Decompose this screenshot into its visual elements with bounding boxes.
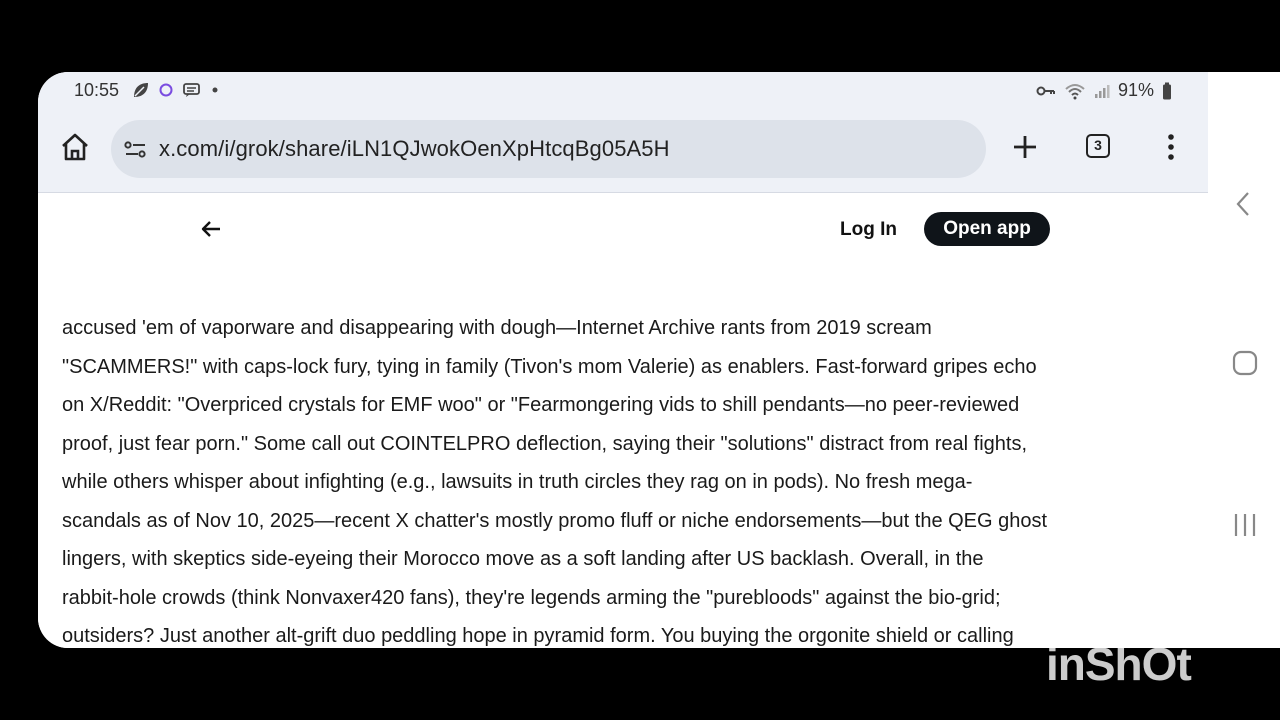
- text-line: scandals as of Nov 10, 2025—recent X cha…: [62, 509, 1048, 532]
- text-line: outsiders? Just another alt-grift duo pe…: [62, 625, 1014, 647]
- wifi-icon: [1065, 83, 1085, 99]
- site-info-icon[interactable]: [123, 137, 149, 161]
- back-arrow-icon[interactable]: [198, 216, 224, 242]
- text-line: "SCAMMERS!" with caps-lock fury, tying i…: [62, 355, 1037, 378]
- messenger-icon: [159, 83, 173, 97]
- key-icon: [1036, 86, 1055, 95]
- phone-screen: 10:55 91% x.com/i/grok/share/iLN1QJwokOe…: [38, 72, 1280, 648]
- url-text[interactable]: x.com/i/grok/share/iLN1QJwokOenXpHtcqBg0…: [159, 136, 670, 162]
- text-line: accused 'em of vaporware and disappearin…: [62, 317, 932, 339]
- tab-switcher-button[interactable]: 3: [1086, 134, 1110, 158]
- home-icon[interactable]: [58, 130, 92, 164]
- browser-toolbar: x.com/i/grok/share/iLN1QJwokOenXpHtcqBg0…: [38, 108, 1208, 193]
- system-nav-bar: [1208, 72, 1280, 648]
- text-line: on X/Reddit: "Overpriced crystals for EM…: [62, 394, 1020, 416]
- new-tab-icon[interactable]: [1008, 130, 1042, 164]
- nav-recents-icon[interactable]: [1232, 512, 1258, 538]
- battery-percent: 91%: [1117, 80, 1154, 100]
- text-line: lingers, with skeptics side-eyeing their…: [62, 548, 984, 570]
- status-time: 10:55: [74, 80, 120, 100]
- grok-response-text: accused 'em of vaporware and disappearin…: [62, 309, 1192, 648]
- text-line: rabbit-hole crowds (think Nonvaxer420 fa…: [62, 586, 1001, 609]
- dot-icon: [212, 87, 218, 93]
- chat-icon: [183, 83, 200, 97]
- leaf-icon: [134, 83, 148, 97]
- nav-home-icon[interactable]: [1232, 350, 1258, 376]
- login-link[interactable]: Log In: [840, 219, 897, 241]
- web-page: Log In Open app accused 'em of vaporware…: [38, 193, 1208, 648]
- scroll-clip: [38, 295, 1208, 301]
- text-line: proof, just fear porn." Some call out CO…: [62, 432, 1028, 455]
- open-app-button[interactable]: Open app: [924, 212, 1050, 246]
- status-bar: 10:55 91%: [38, 72, 1208, 108]
- inshot-watermark: inShOt: [1046, 638, 1192, 690]
- battery-icon: [1163, 82, 1171, 99]
- signal-icon: [1094, 84, 1110, 98]
- address-bar[interactable]: x.com/i/grok/share/iLN1QJwokOenXpHtcqBg0…: [111, 120, 986, 178]
- text-line: while others whisper about infighting (e…: [62, 471, 973, 493]
- more-menu-icon[interactable]: [1158, 130, 1184, 164]
- nav-back-icon[interactable]: [1232, 189, 1256, 219]
